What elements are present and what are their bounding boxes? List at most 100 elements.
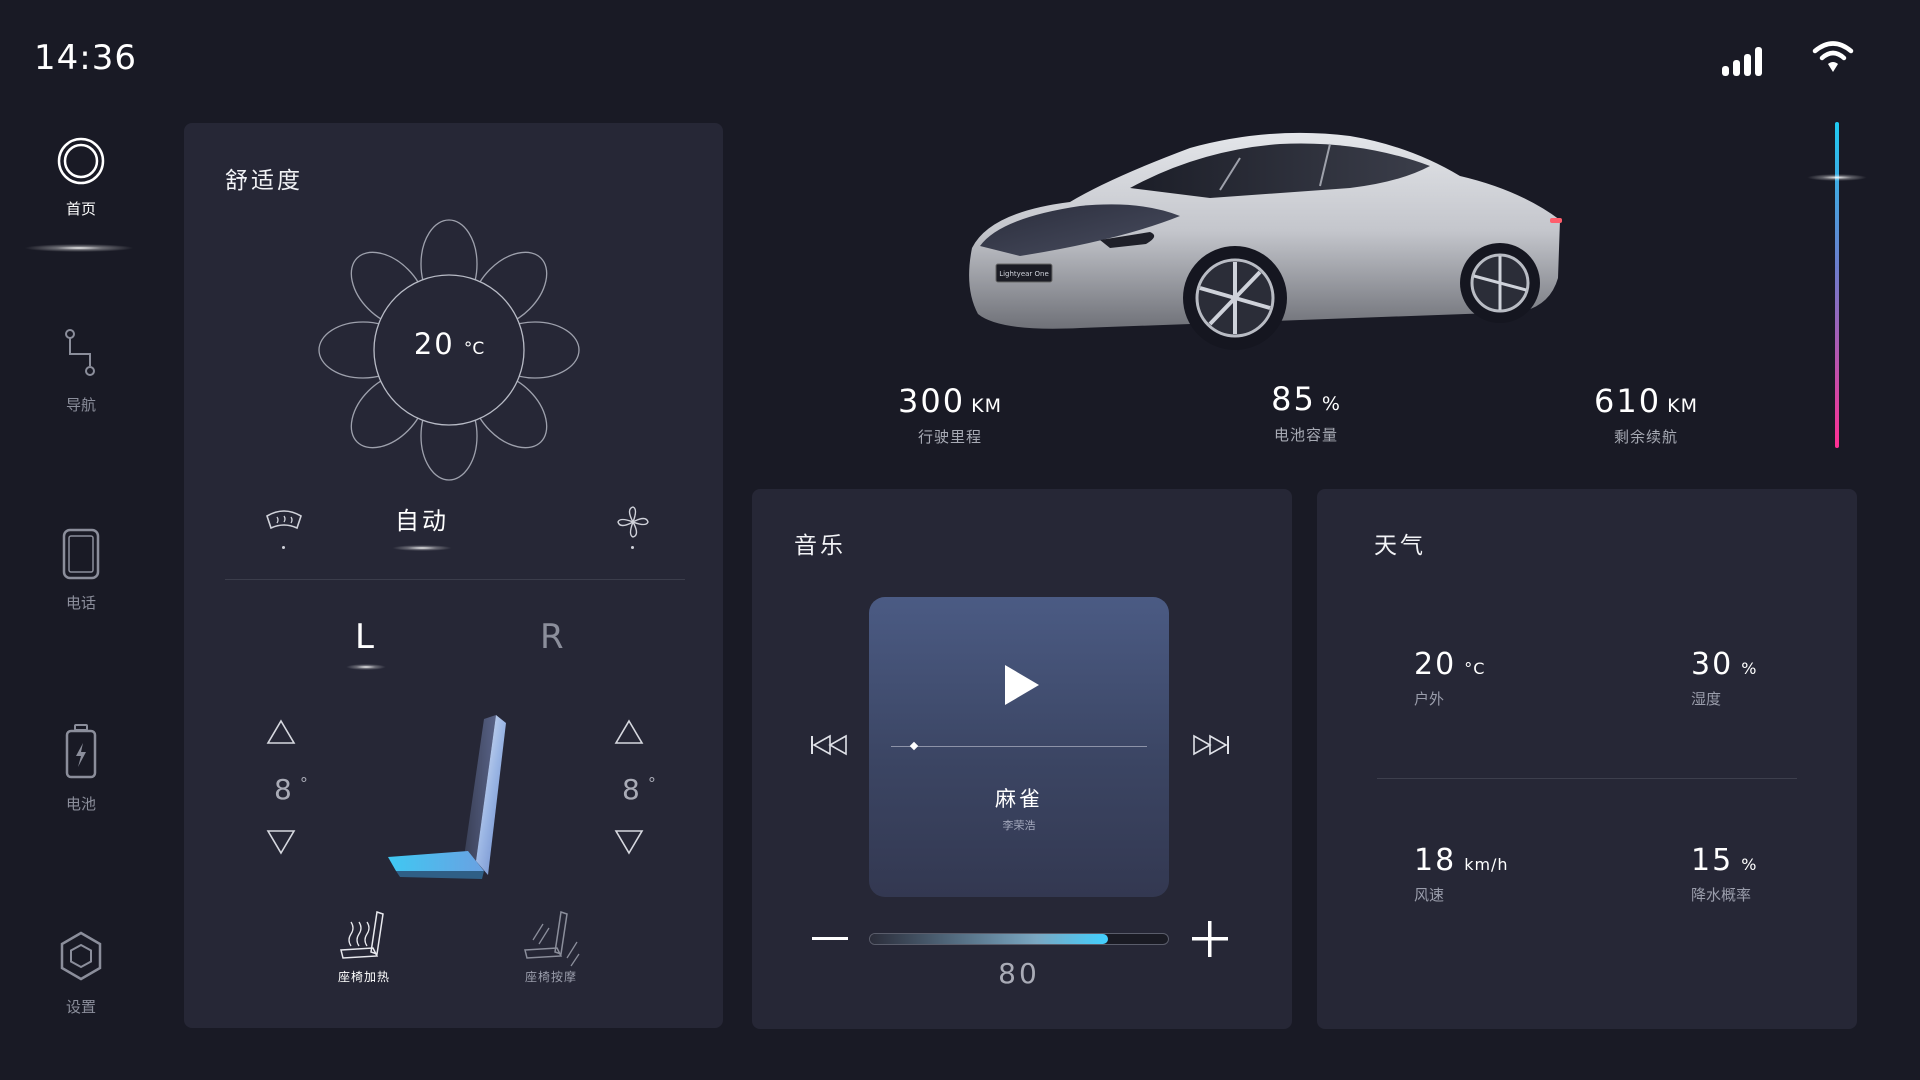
wind-speed: 18 km/h 风速 [1414, 843, 1509, 905]
mileage-label: 行驶里程 [917, 428, 982, 446]
active-indicator [24, 244, 134, 252]
mileage-value: 300 [898, 382, 966, 420]
volume-down-icon[interactable] [812, 936, 848, 942]
sidebar-item-label: 电池 [65, 795, 96, 813]
sidebar-item-label: 电话 [65, 594, 96, 612]
range-label: 剩余续航 [1613, 428, 1678, 446]
outdoor-temp-value: 20 [1414, 647, 1457, 682]
home-icon [57, 137, 105, 185]
license-plate: Lightyear One [999, 270, 1049, 278]
seat-massage-icon [524, 911, 580, 967]
range-slider[interactable] [1835, 122, 1839, 448]
left-value-text: 8 [274, 773, 292, 806]
battery-label: 电池容量 [1273, 426, 1338, 444]
decrease-left-icon[interactable] [266, 829, 296, 855]
range-stat: 610 KM 剩余续航 [1536, 382, 1756, 447]
divider [225, 579, 685, 580]
indicator-dot [282, 546, 285, 549]
mileage-stat: 300 KM 行驶里程 [840, 382, 1060, 447]
music-title: 音乐 [794, 533, 846, 559]
precipitation: 15% 降水概率 [1691, 843, 1757, 905]
precipitation-value: 15 [1691, 843, 1734, 878]
degree-symbol: ° [647, 773, 656, 793]
mileage-unit: KM [971, 395, 1002, 417]
music-panel: 音乐 麻雀 李荣浩 80 [752, 489, 1292, 1029]
slider-handle[interactable] [1807, 174, 1867, 181]
seat-heat-button[interactable]: 座椅加热 [319, 910, 409, 984]
sidebar-item-phone[interactable]: 电话 [40, 528, 122, 613]
increase-left-icon[interactable] [266, 719, 296, 745]
battery-value: 85 [1271, 380, 1316, 418]
humidity-unit: % [1741, 659, 1758, 678]
outdoor-temp-unit: °C [1464, 659, 1486, 678]
windshield-defrost-icon[interactable] [264, 508, 304, 534]
seat-left-tab[interactable]: L [355, 617, 374, 657]
temperature-unit: °C [463, 339, 485, 359]
volume-slider[interactable] [869, 933, 1169, 945]
previous-track-icon[interactable] [810, 734, 848, 756]
mode-active-indicator [392, 545, 452, 551]
climate-mode-auto[interactable]: 自动 [382, 501, 462, 536]
temperature-readout: 20 °C [374, 327, 524, 361]
seat-massage-label: 座椅按摩 [524, 970, 577, 984]
signal-icon [1722, 47, 1762, 76]
comfort-title: 舒适度 [225, 168, 303, 194]
sidebar-item-label: 设置 [65, 998, 96, 1016]
seat-illustration [388, 715, 506, 879]
settings-icon [60, 931, 102, 981]
volume-fill [870, 934, 1109, 944]
wind-speed-unit: km/h [1464, 855, 1509, 874]
humidity-value: 30 [1691, 647, 1734, 682]
range-value: 610 [1594, 382, 1662, 420]
next-track-icon[interactable] [1192, 734, 1230, 756]
volume-value: 80 [998, 957, 1040, 990]
song-title: 麻雀 [995, 787, 1043, 811]
weather-title: 天气 [1374, 533, 1426, 559]
seat-massage-button[interactable]: 座椅按摩 [506, 910, 596, 984]
decrease-right-icon[interactable] [614, 829, 644, 855]
right-seat-value: 8 ° [622, 773, 656, 806]
comfort-panel: 舒适度 20 °C 自动 L R 8 ° 8 ° 座椅加热 座椅按摩 [184, 123, 723, 1028]
seat-right-tab[interactable]: R [540, 617, 564, 657]
sidebar-item-label: 首页 [65, 200, 96, 218]
humidity: 30% 湿度 [1691, 647, 1757, 709]
artist-name: 李荣浩 [1002, 819, 1036, 832]
right-value-text: 8 [622, 773, 640, 806]
album-card[interactable]: 麻雀 李荣浩 [869, 597, 1169, 897]
increase-right-icon[interactable] [614, 719, 644, 745]
navigation-icon [65, 329, 95, 376]
battery-icon [65, 724, 97, 779]
wifi-icon [1812, 41, 1854, 72]
sidebar-item-settings[interactable]: 设置 [40, 930, 122, 1017]
progress-track[interactable] [891, 746, 1147, 747]
seat-heat-label: 座椅加热 [337, 970, 390, 984]
range-unit: KM [1667, 395, 1698, 417]
temperature-value: 20 [413, 327, 455, 361]
left-seat-value: 8 ° [274, 773, 308, 806]
battery-unit: % [1321, 393, 1341, 415]
seat-heat-icon [340, 911, 384, 959]
progress-handle[interactable] [909, 741, 919, 751]
battery-stat: 85% 电池容量 [1196, 380, 1416, 445]
degree-symbol: ° [299, 773, 308, 793]
divider [1377, 778, 1797, 779]
precipitation-label: 降水概率 [1691, 886, 1752, 904]
weather-panel: 天气 20 °C 户外 30% 湿度 18 km/h 风速 15% 降水概率 [1317, 489, 1857, 1029]
sidebar-item-battery[interactable]: 电池 [40, 723, 122, 814]
humidity-label: 湿度 [1691, 690, 1722, 708]
sidebar-item-navigation[interactable]: 导航 [40, 328, 122, 415]
car-image: Lightyear One [969, 132, 1562, 350]
outdoor-temp: 20 °C 户外 [1414, 647, 1485, 709]
phone-icon [62, 528, 100, 580]
indicator-dot [631, 546, 634, 549]
outdoor-temp-label: 户外 [1414, 690, 1445, 708]
fan-icon[interactable] [616, 505, 650, 539]
clock: 14:36 [34, 38, 137, 78]
wind-speed-label: 风速 [1414, 886, 1445, 904]
volume-up-icon[interactable] [1192, 921, 1228, 957]
seat-active-indicator [346, 664, 386, 670]
precipitation-unit: % [1741, 855, 1758, 874]
wind-speed-value: 18 [1414, 843, 1457, 878]
sidebar-item-home[interactable]: 首页 [40, 136, 122, 219]
play-icon[interactable] [1001, 663, 1041, 707]
